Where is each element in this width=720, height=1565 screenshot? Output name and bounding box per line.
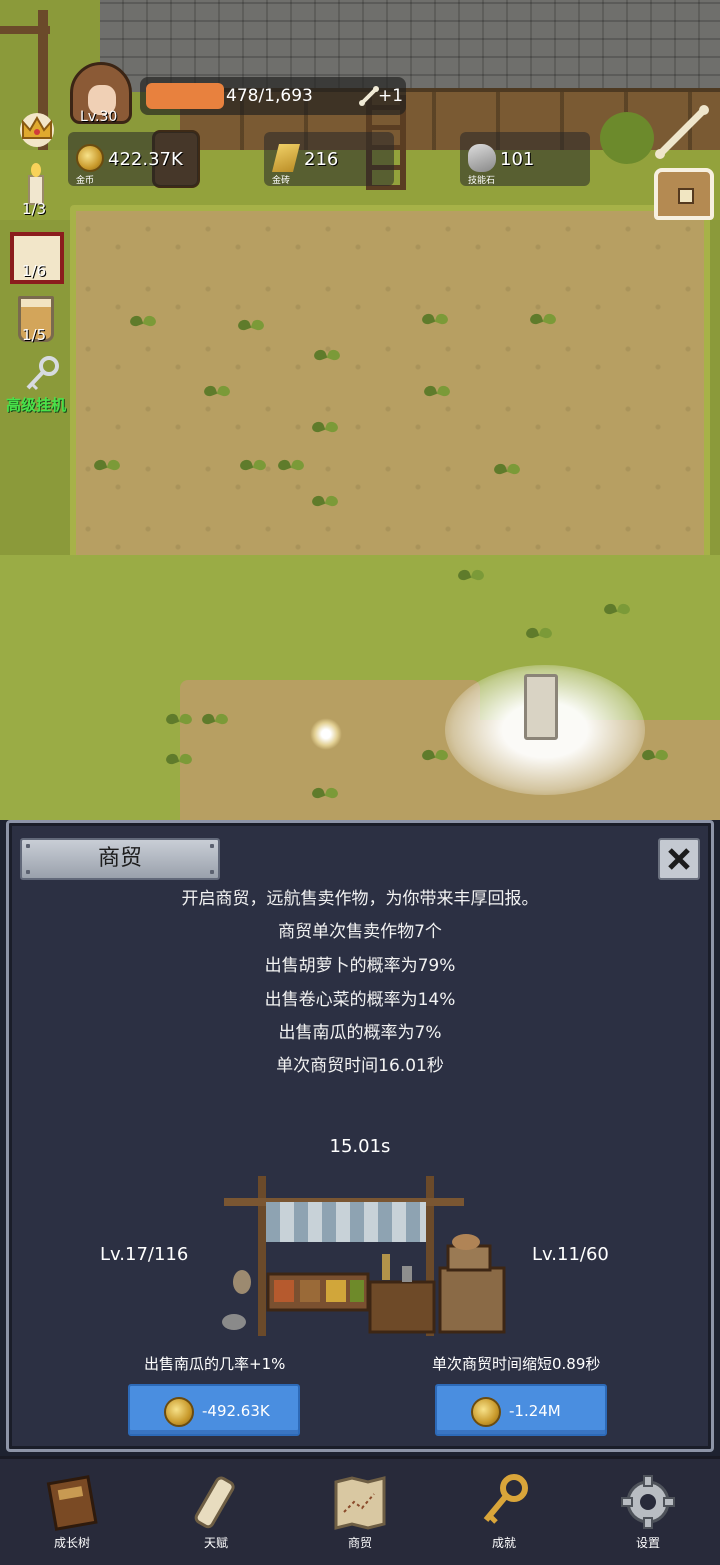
player-level: Lv.30	[80, 109, 118, 125]
gold-ingot-counter[interactable]: 216 金砖	[264, 132, 394, 186]
close-icon	[668, 848, 690, 870]
gold-coin-icon	[76, 144, 104, 172]
gold-coin-icon	[471, 1397, 501, 1427]
gold-ingot-amount: 216	[304, 149, 339, 170]
gold-ingot-icon	[272, 144, 300, 172]
crop-sprout[interactable]	[642, 742, 668, 762]
gold-coin-counter[interactable]: 422.37K 金币	[68, 132, 198, 186]
crown-icon[interactable]	[14, 108, 60, 148]
crop-sprout[interactable]	[312, 780, 338, 800]
trade-description: 开启商贸，远航售卖作物，为你带来丰厚回报。	[181, 889, 539, 909]
gold-coin-label: 金币	[76, 176, 95, 186]
nav-talent[interactable]: 天赋	[168, 1466, 258, 1556]
candle-count: 1/3	[22, 200, 47, 218]
crop-sprout[interactable]	[130, 308, 156, 328]
rivet	[210, 870, 214, 874]
skill-stone-icon	[468, 144, 496, 172]
game-screen: Lv.30 478/1,693 +1 422.37K 金币 216 金砖 101…	[0, 0, 720, 1565]
key-icon	[483, 1474, 528, 1524]
rivet	[26, 844, 30, 848]
skill-stone-counter[interactable]: 101 技能石	[460, 132, 590, 186]
fence-rail	[0, 26, 50, 34]
trade-duration: 单次商贸时间16.01秒	[276, 1056, 444, 1076]
treasure-chest-icon[interactable]	[654, 168, 714, 220]
nav-label: 商贸	[347, 1536, 372, 1550]
gold-ingot-label: 金砖	[272, 176, 291, 186]
crop-sprout[interactable]	[166, 706, 192, 726]
nav-label: 天赋	[203, 1536, 228, 1550]
crop-sprout[interactable]	[166, 746, 192, 766]
sparkle-effect	[310, 718, 342, 750]
close-button[interactable]	[658, 838, 700, 880]
crop-sprout[interactable]	[526, 620, 552, 640]
trade-crop-count: 商贸单次售卖作物7个	[278, 922, 442, 942]
nav-trade[interactable]: 商贸	[312, 1466, 402, 1556]
crop-sprout[interactable]	[530, 306, 556, 326]
nav-growth-tree[interactable]: 成长树	[24, 1466, 114, 1556]
pumpkin-probability: 出售南瓜的概率为7%	[278, 1023, 442, 1043]
cabbage-probability: 出售卷心菜的概率为14%	[264, 990, 456, 1010]
time-upgrade-desc: 单次商贸时间缩短0.89秒	[432, 1355, 601, 1373]
nav-label: 成长树	[53, 1536, 90, 1550]
key-icon[interactable]	[22, 354, 62, 394]
crop-plot[interactable]	[70, 205, 710, 570]
xp-text: 478/1,693	[226, 86, 313, 106]
gold-coin-amount: 422.37K	[108, 149, 183, 170]
crop-sprout[interactable]	[312, 414, 338, 434]
bone-icon[interactable]	[652, 102, 712, 162]
auto-idle-label[interactable]: 高级挂机	[6, 394, 66, 415]
bone-bonus: +1	[378, 86, 404, 106]
scroll-icon	[194, 1476, 235, 1529]
crop-sprout[interactable]	[312, 488, 338, 508]
crop-sprout[interactable]	[204, 378, 230, 398]
pumpkin-upgrade-desc: 出售南瓜的几率+1%	[144, 1355, 286, 1373]
scroll-count: 1/6	[22, 262, 47, 280]
crop-sprout[interactable]	[238, 312, 264, 332]
upgrade-cost: -1.24M	[509, 1402, 561, 1420]
crop-sprout[interactable]	[240, 452, 266, 472]
trade-timer: 15.01s	[329, 1136, 391, 1157]
panel-title: 商贸	[20, 838, 220, 880]
upgrade-cost: -492.63K	[202, 1402, 270, 1420]
map-icon	[334, 1476, 386, 1530]
crop-sprout[interactable]	[494, 456, 520, 476]
bush	[600, 112, 654, 164]
gear-icon	[621, 1475, 675, 1529]
crop-sprout[interactable]	[604, 596, 630, 616]
crop-sprout[interactable]	[278, 452, 304, 472]
carrot-probability: 出售胡萝卜的概率为79%	[264, 956, 456, 976]
nav-achievement[interactable]: 成就	[456, 1466, 546, 1556]
crop-sprout[interactable]	[422, 306, 448, 326]
crop-sprout[interactable]	[422, 742, 448, 762]
market-stall-icon	[222, 1176, 506, 1336]
crop-sprout[interactable]	[314, 342, 340, 362]
time-upgrade-button[interactable]: -1.24M	[435, 1384, 607, 1436]
nav-label: 成就	[491, 1536, 516, 1550]
rivet	[26, 870, 30, 874]
crop-sprout[interactable]	[94, 452, 120, 472]
worker-character[interactable]	[524, 674, 558, 740]
gold-coin-icon	[164, 1397, 194, 1427]
crop-sprout[interactable]	[202, 706, 228, 726]
skill-stone-label: 技能石	[468, 176, 496, 186]
nav-label: 设置	[635, 1536, 660, 1550]
skill-stone-amount: 101	[500, 149, 535, 170]
panel-title-text: 商贸	[97, 846, 142, 871]
xp-bar: 478/1,693 +1	[140, 77, 406, 115]
cup-count: 1/5	[22, 326, 47, 344]
xp-bar-fill	[146, 83, 224, 109]
nav-settings[interactable]: 设置	[600, 1466, 690, 1556]
book-icon	[46, 1475, 98, 1531]
time-upgrade-level: Lv.11/60	[532, 1244, 609, 1265]
crop-sprout[interactable]	[424, 378, 450, 398]
pumpkin-upgrade-level: Lv.17/116	[100, 1244, 189, 1265]
pumpkin-upgrade-button[interactable]: -492.63K	[128, 1384, 300, 1436]
crop-sprout[interactable]	[458, 562, 484, 582]
rivet	[210, 844, 214, 848]
bone-icon	[359, 86, 379, 106]
